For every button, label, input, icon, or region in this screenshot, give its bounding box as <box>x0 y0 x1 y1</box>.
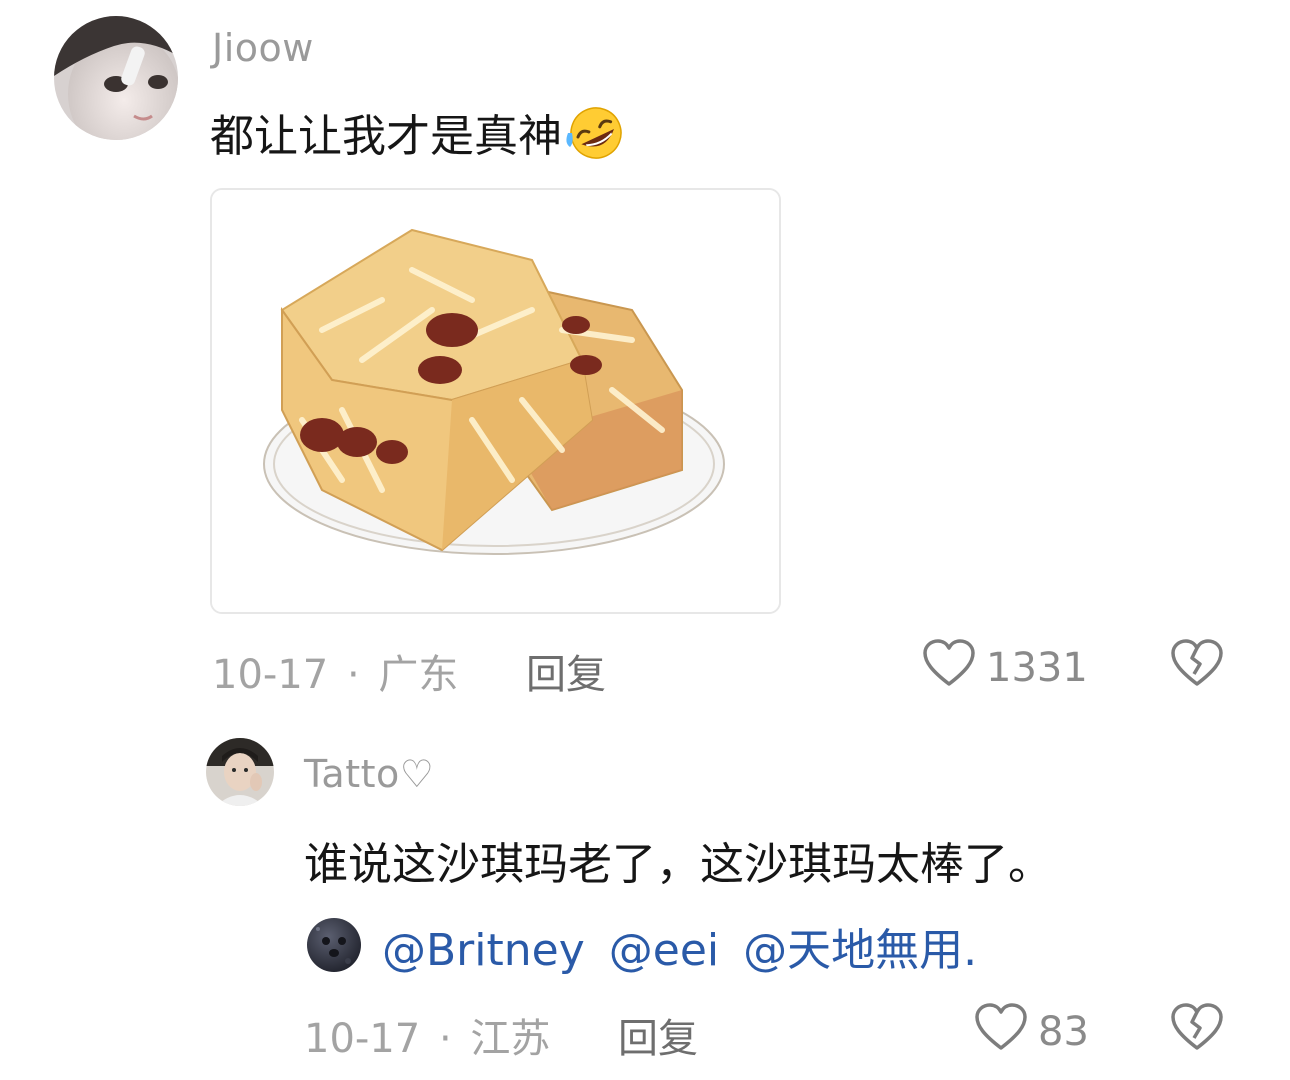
reply-meta: 10-17 · 江苏 <box>304 1006 550 1064</box>
mention-link[interactable]: @天地無用. <box>743 925 977 976</box>
heart-icon <box>922 638 976 698</box>
comment-like-count: 1331 <box>986 645 1088 691</box>
mention-link[interactable]: @eei <box>609 925 719 976</box>
comment-like-button[interactable]: 1331 <box>922 638 1088 698</box>
broken-heart-icon <box>1170 639 1224 692</box>
meta-separator: · <box>438 1016 452 1062</box>
comment-text-row: 都让让我才是真神 <box>210 100 628 162</box>
reply-username[interactable]: Tatto♡ <box>304 752 434 796</box>
comment-username[interactable]: Jioow <box>212 26 314 70</box>
reply-text: 谁说这沙琪玛老了，这沙琪玛太棒了。 <box>304 839 1052 890</box>
reply-user-avatar[interactable] <box>206 738 274 806</box>
new-moon-face-emoji-icon <box>304 915 364 986</box>
reply-reply-button[interactable]: 回复 <box>618 1006 698 1064</box>
reply-like-count: 83 <box>1038 1009 1089 1055</box>
reply-mentions-row: @Britney @eei @天地無用. <box>304 914 977 986</box>
comment-meta: 10-17 · 广东 <box>212 642 458 700</box>
reply-dislike-button[interactable] <box>1170 1002 1224 1056</box>
comment-image[interactable] <box>210 188 781 614</box>
mention-link[interactable]: @Britney <box>382 925 585 976</box>
comment-location: 广东 <box>378 652 459 698</box>
comment-dislike-button[interactable] <box>1170 638 1224 692</box>
user-avatar[interactable] <box>54 16 178 140</box>
reply-like-button[interactable]: 83 <box>974 1002 1089 1062</box>
comment-text: 都让让我才是真神 <box>210 111 562 162</box>
comment-reply-button[interactable]: 回复 <box>526 642 606 700</box>
comment-date: 10-17 <box>212 652 329 698</box>
heart-icon <box>974 1002 1028 1062</box>
reply-date: 10-17 <box>304 1016 421 1062</box>
meta-separator: · <box>346 652 360 698</box>
reply-location: 江苏 <box>470 1016 551 1062</box>
rolling-laugh-emoji-icon <box>564 103 628 172</box>
broken-heart-icon <box>1170 1003 1224 1056</box>
